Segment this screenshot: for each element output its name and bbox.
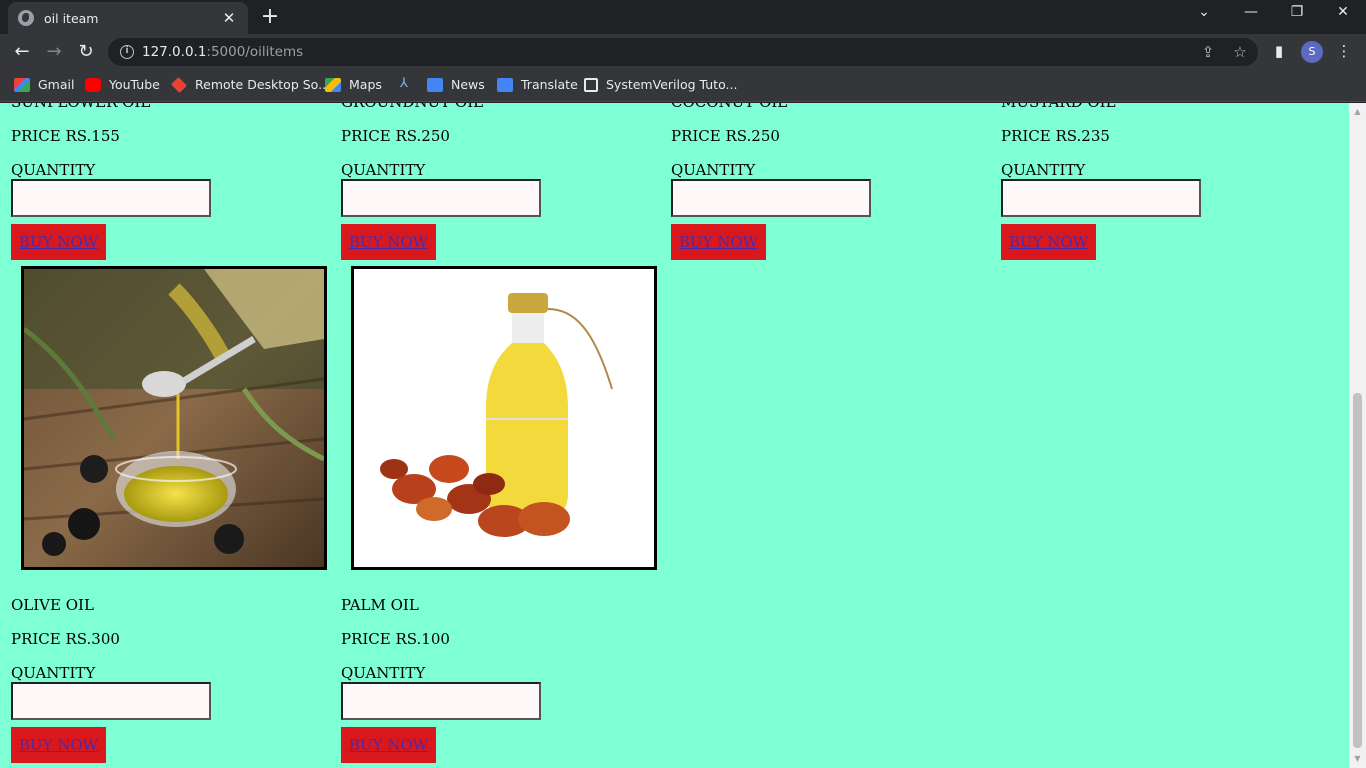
url-host: 127.0.0.1 bbox=[142, 44, 207, 60]
bookmark-systemverilog[interactable]: SystemVerilog Tuto... bbox=[584, 77, 737, 92]
gmail-icon bbox=[14, 77, 30, 92]
restore-button[interactable]: ❐ bbox=[1283, 4, 1311, 20]
tab-strip: oil iteam ✕ + ⌄ — ❐ ✕ bbox=[0, 0, 1366, 34]
product-name: PALM OIL bbox=[341, 596, 419, 614]
buy-now-link[interactable]: BUY NOW bbox=[349, 736, 428, 754]
buy-now-button[interactable]: BUY NOW bbox=[1001, 224, 1096, 260]
quantity-input[interactable] bbox=[341, 682, 541, 720]
product-name: OLIVE OIL bbox=[11, 596, 94, 614]
palm-oil-image bbox=[351, 266, 657, 570]
maps-icon bbox=[325, 77, 341, 92]
buy-now-link[interactable]: BUY NOW bbox=[19, 736, 98, 754]
globe-icon bbox=[18, 10, 34, 26]
scroll-down-arrow-icon[interactable]: ▼ bbox=[1349, 752, 1366, 766]
address-bar[interactable]: i 127.0.0.1:5000/oilitems ⇪ ☆ bbox=[108, 38, 1258, 66]
quantity-label: QUANTITY bbox=[11, 664, 96, 682]
bookmark-label: News bbox=[451, 77, 485, 92]
bookmark-gmail[interactable]: Gmail bbox=[14, 77, 74, 92]
side-panel-icon[interactable]: ▮ bbox=[1268, 42, 1290, 60]
close-window-button[interactable]: ✕ bbox=[1329, 4, 1357, 20]
buy-now-button[interactable]: BUY NOW bbox=[671, 224, 766, 260]
buy-now-button[interactable]: BUY NOW bbox=[341, 224, 436, 260]
page-content: SUNFLOWER OIL PRICE RS.155 QUANTITY BUY … bbox=[0, 103, 1349, 768]
buy-now-button[interactable]: BUY NOW bbox=[11, 224, 106, 260]
bookmark-star-icon[interactable]: ☆ bbox=[1230, 43, 1250, 61]
bookmark-label: YouTube bbox=[109, 77, 160, 92]
url-path: :5000/oilitems bbox=[206, 44, 304, 60]
quantity-input[interactable] bbox=[671, 179, 871, 217]
minimize-button[interactable]: — bbox=[1237, 4, 1265, 20]
translate-icon bbox=[497, 77, 513, 92]
chip-icon bbox=[584, 77, 598, 92]
product-name: GROUNDNUT OIL bbox=[341, 103, 483, 111]
bookmark-maps[interactable]: Maps bbox=[325, 77, 382, 92]
quantity-label: QUANTITY bbox=[671, 161, 756, 179]
product-name: SUNFLOWER OIL bbox=[11, 103, 150, 111]
tab-title: oil iteam bbox=[44, 10, 99, 26]
bookmark-label: Remote Desktop So... bbox=[195, 77, 331, 92]
browser-toolbar: ← → ↻ i 127.0.0.1:5000/oilitems ⇪ ☆ ▮ S … bbox=[0, 34, 1366, 70]
bookmark-label: Translate bbox=[521, 77, 578, 92]
product-name: MUSTARD OIL bbox=[1001, 103, 1116, 111]
palm-oil-photo bbox=[354, 269, 654, 567]
product-name: COCONUT OIL bbox=[671, 103, 787, 111]
product-price: PRICE RS.250 bbox=[671, 127, 780, 145]
buy-now-link[interactable]: BUY NOW bbox=[19, 233, 98, 251]
buy-now-link[interactable]: BUY NOW bbox=[679, 233, 758, 251]
close-tab-icon[interactable]: ✕ bbox=[220, 9, 238, 27]
forward-button[interactable]: → bbox=[42, 40, 66, 64]
bookmark-news[interactable]: News bbox=[427, 77, 485, 92]
bookmark-youtube[interactable]: YouTube bbox=[85, 77, 160, 92]
quantity-label: QUANTITY bbox=[1001, 161, 1086, 179]
youtube-icon bbox=[85, 77, 101, 92]
news-icon bbox=[427, 77, 443, 92]
olive-oil-photo bbox=[24, 269, 324, 567]
site-info-icon[interactable]: i bbox=[120, 45, 134, 59]
quantity-input[interactable] bbox=[341, 179, 541, 217]
bookmark-translate[interactable]: Translate bbox=[497, 77, 578, 92]
url-text[interactable]: 127.0.0.1:5000/oilitems bbox=[142, 44, 303, 60]
reload-button[interactable]: ↻ bbox=[74, 40, 98, 64]
product-price: PRICE RS.235 bbox=[1001, 127, 1110, 145]
bookmark-unnamed[interactable]: ⅄ bbox=[396, 77, 420, 91]
new-tab-button[interactable]: + bbox=[258, 6, 282, 28]
product-price: PRICE RS.100 bbox=[341, 630, 450, 648]
buy-now-link[interactable]: BUY NOW bbox=[349, 233, 428, 251]
buy-now-button[interactable]: BUY NOW bbox=[341, 727, 436, 763]
bookmark-label: Gmail bbox=[38, 77, 75, 92]
bookmark-label: SystemVerilog Tuto... bbox=[606, 77, 738, 92]
profile-avatar[interactable]: S bbox=[1301, 41, 1323, 63]
scroll-up-arrow-icon[interactable]: ▲ bbox=[1349, 105, 1366, 119]
buy-now-link[interactable]: BUY NOW bbox=[1009, 233, 1088, 251]
remote-desktop-icon bbox=[171, 76, 187, 93]
quantity-input[interactable] bbox=[11, 682, 211, 720]
share-icon[interactable]: ⇪ bbox=[1198, 43, 1218, 61]
quantity-input[interactable] bbox=[11, 179, 211, 217]
product-price: PRICE RS.250 bbox=[341, 127, 450, 145]
back-button[interactable]: ← bbox=[10, 40, 34, 64]
bookmark-label: Maps bbox=[349, 77, 382, 92]
bookmarks-bar: Gmail YouTube Remote Desktop So... Maps … bbox=[0, 70, 1366, 102]
page-scrollbar[interactable]: ▲ ▼ bbox=[1349, 103, 1366, 768]
quantity-label: QUANTITY bbox=[341, 161, 426, 179]
menu-icon[interactable]: ⋮ bbox=[1333, 42, 1355, 60]
tab-search-icon[interactable]: ⌄ bbox=[1190, 4, 1218, 20]
quantity-label: QUANTITY bbox=[341, 664, 426, 682]
olive-oil-image bbox=[21, 266, 327, 570]
product-price: PRICE RS.300 bbox=[11, 630, 120, 648]
scroll-thumb[interactable] bbox=[1353, 393, 1362, 748]
buy-now-button[interactable]: BUY NOW bbox=[11, 727, 106, 763]
product-price: PRICE RS.155 bbox=[11, 127, 120, 145]
quantity-input[interactable] bbox=[1001, 179, 1201, 217]
bookmark-remote-desktop[interactable]: Remote Desktop So... bbox=[171, 76, 331, 93]
quantity-label: QUANTITY bbox=[11, 161, 96, 179]
browser-tab[interactable]: oil iteam ✕ bbox=[8, 2, 248, 34]
app-icon: ⅄ bbox=[400, 76, 408, 91]
